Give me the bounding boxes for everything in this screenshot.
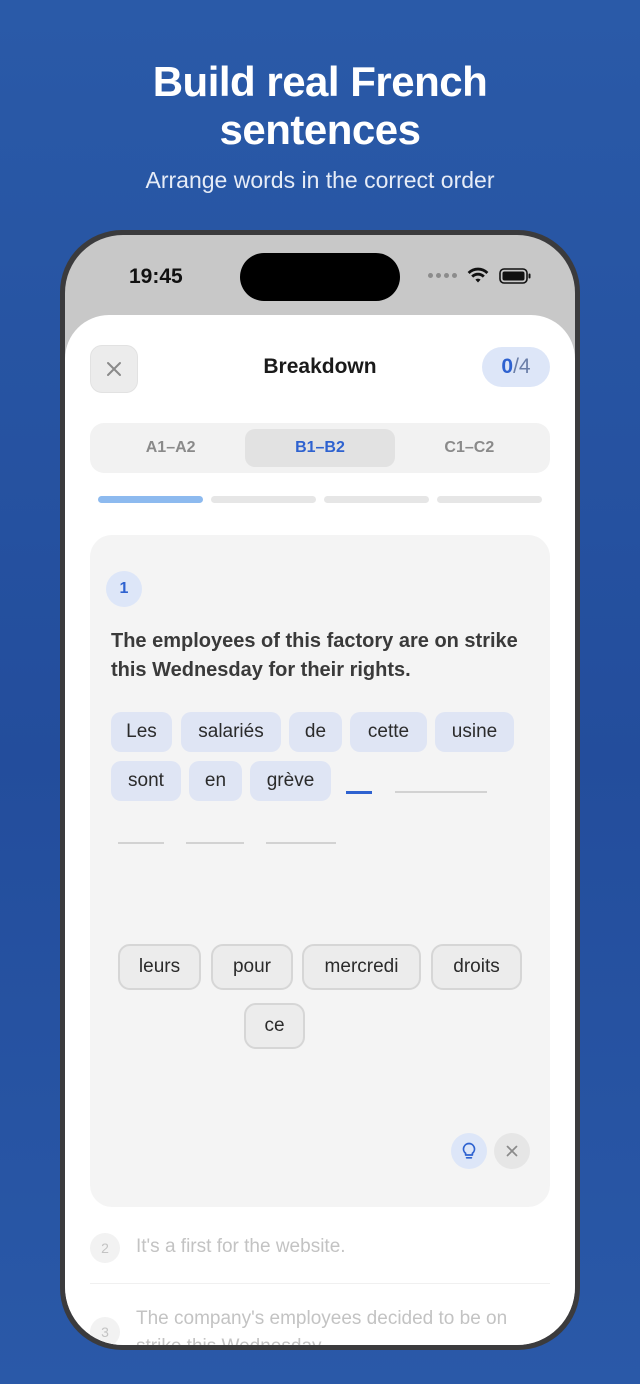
wifi-icon xyxy=(467,267,489,283)
placed-word[interactable]: en xyxy=(189,761,242,801)
placed-word[interactable]: salariés xyxy=(181,712,281,752)
score-current: 0 xyxy=(501,355,514,378)
dynamic-island xyxy=(240,253,400,301)
answer-slot[interactable] xyxy=(186,842,244,844)
phone-frame: 19:45 Breakdown 0/4 A1–A2 B1–B2 C1–C2 1 … xyxy=(60,230,580,1350)
item-text: It's a first for the website. xyxy=(136,1236,346,1257)
placed-word[interactable]: usine xyxy=(435,712,514,752)
signal-icon xyxy=(428,273,457,278)
hint-button[interactable] xyxy=(451,1133,487,1169)
question-number: 1 xyxy=(106,571,142,607)
status-icons xyxy=(428,267,531,284)
progress-segment xyxy=(211,496,316,503)
promo-headline-line1: Build real French xyxy=(152,58,488,105)
word-bank-chip[interactable]: ce xyxy=(244,1003,305,1049)
question-prompt: The employees of this factory are on str… xyxy=(111,630,518,681)
placed-word[interactable]: cette xyxy=(350,712,427,752)
score-total: /4 xyxy=(513,355,531,378)
item-number: 2 xyxy=(90,1233,120,1263)
promo-headline-line2: sentences xyxy=(219,106,421,153)
placed-word[interactable]: Les xyxy=(111,712,172,752)
answer-slot-active[interactable] xyxy=(346,791,372,794)
lightbulb-icon xyxy=(462,1142,476,1159)
exercise-sheet: Breakdown 0/4 A1–A2 B1–B2 C1–C2 1 The em… xyxy=(65,315,575,1345)
word-bank-chip[interactable]: leurs xyxy=(118,944,201,990)
list-item[interactable]: 2 It's a first for the website. xyxy=(90,1233,550,1263)
skip-button[interactable] xyxy=(494,1133,530,1169)
divider xyxy=(90,1283,550,1284)
promo-subheadline: Arrange words in the correct order xyxy=(145,167,495,193)
progress-segment xyxy=(324,496,429,503)
item-text: The company's employees decided to be on… xyxy=(136,1308,508,1345)
placed-word[interactable]: de xyxy=(289,712,342,752)
word-bank-chip[interactable]: droits xyxy=(431,944,522,990)
status-time: 19:45 xyxy=(129,265,183,288)
x-icon xyxy=(506,1145,518,1157)
tab-level-b1-b2[interactable]: B1–B2 xyxy=(245,429,395,467)
score-badge: 0/4 xyxy=(482,347,550,387)
phone-screen: 19:45 Breakdown 0/4 A1–A2 B1–B2 C1–C2 1 … xyxy=(65,235,575,1345)
tab-level-a1-a2[interactable]: A1–A2 xyxy=(96,429,245,467)
tab-level-c1-c2[interactable]: C1–C2 xyxy=(395,429,544,467)
placed-word[interactable]: sont xyxy=(111,761,181,801)
answer-slot[interactable] xyxy=(266,842,336,844)
promo-headline: Build real French sentences xyxy=(0,58,640,154)
answer-slot[interactable] xyxy=(395,791,487,793)
word-bank-chip[interactable]: mercredi xyxy=(302,944,421,990)
word-bank-chip[interactable]: pour xyxy=(211,944,293,990)
list-item[interactable]: 3 The company's employees decided to be … xyxy=(90,1305,550,1345)
exercise-card: 1 The employees of this factory are on s… xyxy=(90,535,550,1207)
answer-slot[interactable] xyxy=(118,842,164,844)
battery-icon xyxy=(499,267,531,284)
level-selector: A1–A2 B1–B2 C1–C2 xyxy=(90,423,550,473)
item-number: 3 xyxy=(90,1317,120,1345)
progress-segment xyxy=(98,496,203,503)
placed-word[interactable]: grève xyxy=(250,761,331,801)
progress-bar xyxy=(98,496,542,503)
progress-segment xyxy=(437,496,542,503)
